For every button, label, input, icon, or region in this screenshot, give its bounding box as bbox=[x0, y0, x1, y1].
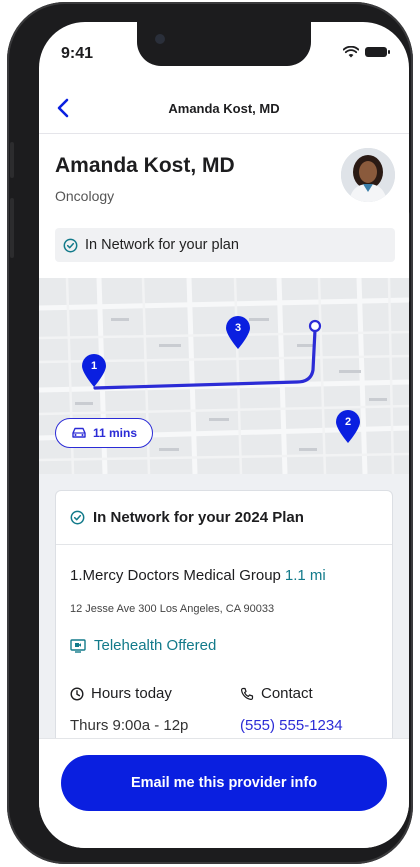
map-pin-label: 2 bbox=[344, 416, 352, 428]
card-header: In Network for your 2024 Plan bbox=[56, 491, 392, 545]
address: 12 Jesse Ave 300 Los Angeles, CA 90033 bbox=[70, 603, 275, 615]
bottom-action-bar: Email me this provider info bbox=[39, 738, 409, 848]
email-provider-info-button[interactable]: Email me this provider info bbox=[61, 755, 387, 811]
video-screen-icon bbox=[70, 638, 86, 653]
camera-icon bbox=[155, 34, 165, 44]
nav-bar: Amanda Kost, MD bbox=[39, 82, 409, 134]
avatar bbox=[341, 148, 395, 202]
car-icon bbox=[72, 427, 86, 438]
app-screen: 9:41 Amanda Kost, MD Amanda Kost, MD Onc… bbox=[39, 22, 409, 848]
card-header-label: In Network for your 2024 Plan bbox=[93, 509, 304, 526]
volume-button bbox=[10, 198, 14, 258]
nav-title: Amanda Kost, MD bbox=[168, 101, 280, 116]
hours-heading: Hours today bbox=[70, 685, 172, 702]
provider-specialty: Oncology bbox=[55, 188, 115, 204]
contact-label: Contact bbox=[261, 685, 313, 702]
wifi-icon bbox=[343, 46, 359, 58]
check-circle-icon bbox=[70, 510, 85, 525]
battery-icon bbox=[365, 47, 390, 57]
mute-switch bbox=[10, 142, 14, 178]
group-distance: 1.1 mi bbox=[284, 567, 326, 584]
map-pin-3[interactable]: 3 bbox=[225, 316, 251, 350]
contact-heading: Contact bbox=[240, 685, 313, 702]
map-pin-label: 3 bbox=[234, 322, 242, 334]
group-name: 1.Mercy Doctors Medical Group bbox=[70, 567, 281, 584]
group-row: 1.Mercy Doctors Medical Group 1.1 mi bbox=[70, 567, 326, 584]
telehealth-row: Telehealth Offered bbox=[70, 637, 216, 654]
phone-icon bbox=[240, 687, 254, 700]
contact-phone-link[interactable]: (555) 555-1234 bbox=[240, 717, 343, 734]
status-time: 9:41 bbox=[61, 45, 94, 62]
phone-frame: 9:41 Amanda Kost, MD Amanda Kost, MD Onc… bbox=[7, 2, 413, 864]
map-pin-2[interactable]: 2 bbox=[335, 410, 361, 444]
map-pin-1[interactable]: 1 bbox=[81, 354, 107, 388]
check-circle-icon bbox=[63, 238, 78, 252]
drive-time-chip[interactable]: 11 mins bbox=[55, 418, 153, 448]
notch bbox=[137, 22, 311, 66]
provider-name: Amanda Kost, MD bbox=[55, 154, 235, 177]
network-badge-label: In Network for your plan bbox=[85, 237, 239, 253]
drive-time-label: 11 mins bbox=[92, 426, 138, 440]
clock-icon bbox=[70, 686, 84, 701]
hours-label: Hours today bbox=[91, 685, 172, 702]
route-map[interactable]: 1 3 2 11 mins bbox=[39, 278, 409, 474]
card-area: In Network for your 2024 Plan 1.Mercy Do… bbox=[39, 474, 409, 790]
provider-photo bbox=[341, 148, 395, 202]
map-pin-label: 1 bbox=[90, 360, 98, 372]
hours-value: Thurs 9:00a - 12p bbox=[70, 717, 189, 734]
network-badge: In Network for your plan bbox=[55, 228, 395, 262]
status-icons bbox=[343, 46, 390, 58]
telehealth-label: Telehealth Offered bbox=[94, 637, 217, 654]
